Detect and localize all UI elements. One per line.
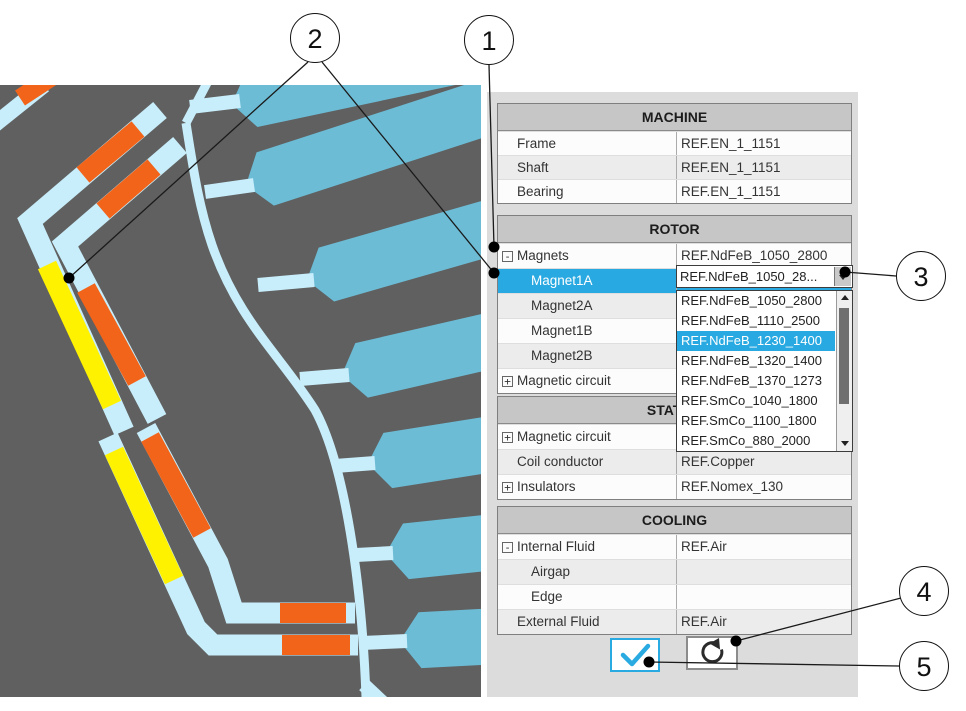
expand-icon[interactable]: + xyxy=(502,482,513,493)
collapse-icon[interactable]: - xyxy=(502,542,513,553)
dropdown-option[interactable]: REF.SmCo_880_2000 xyxy=(677,431,835,451)
row-coil-conductor[interactable]: Coil conductor REF.Copper xyxy=(498,449,851,474)
callout-5: 5 xyxy=(899,641,949,691)
dropdown-option[interactable]: REF.SmCo_1040_1800 xyxy=(677,391,835,411)
callout-1: 1 xyxy=(464,15,514,65)
chevron-down-icon xyxy=(839,275,847,280)
cooling-table: COOLING - Internal Fluid REF.Air Airgap … xyxy=(497,506,852,635)
dropdown-option[interactable]: REF.NdFeB_1370_1273 xyxy=(677,371,835,391)
dropdown-option[interactable]: REF.NdFeB_1110_2500 xyxy=(677,311,835,331)
reset-button[interactable] xyxy=(686,636,738,670)
machine-table: MACHINE Frame REF.EN_1_1151 Shaft REF.EN… xyxy=(497,103,852,204)
rotate-ccw-icon xyxy=(688,638,736,668)
row-airgap[interactable]: Airgap xyxy=(498,559,851,584)
dropdown-option[interactable]: REF.NdFeB_1050_2800 xyxy=(677,291,835,311)
callout-2: 2 xyxy=(290,13,340,63)
material-dropdown-list: REF.NdFeB_1050_2800 REF.NdFeB_1110_2500 … xyxy=(676,290,853,452)
row-shaft[interactable]: Shaft REF.EN_1_1151 xyxy=(498,155,851,179)
confirm-button[interactable] xyxy=(610,638,660,672)
callout-4: 4 xyxy=(899,566,949,616)
rotor-section-title: ROTOR xyxy=(498,216,851,243)
scroll-down-arrow-icon[interactable] xyxy=(837,437,852,451)
dropdown-option-selected[interactable]: REF.NdFeB_1230_1400 xyxy=(677,331,835,351)
row-frame[interactable]: Frame REF.EN_1_1151 xyxy=(498,131,851,155)
row-bearing[interactable]: Bearing REF.EN_1_1151 xyxy=(498,179,851,203)
dropdown-scrollbar[interactable] xyxy=(836,291,852,451)
combobox-dropdown-button[interactable] xyxy=(834,267,851,286)
scroll-up-arrow-icon[interactable] xyxy=(837,291,852,305)
row-external-fluid[interactable]: External Fluid REF.Air xyxy=(498,609,851,634)
row-edge[interactable]: Edge xyxy=(498,584,851,609)
row-insulators[interactable]: + Insulators REF.Nomex_130 xyxy=(498,474,851,499)
callout-3: 3 xyxy=(896,251,946,301)
expand-icon[interactable]: + xyxy=(502,432,513,443)
cooling-section-title: COOLING xyxy=(498,507,851,534)
app-window: MACHINE Frame REF.EN_1_1151 Shaft REF.EN… xyxy=(0,0,966,711)
motor-cross-section-view[interactable] xyxy=(0,85,481,697)
scrollbar-thumb[interactable] xyxy=(839,308,849,404)
machine-section-title: MACHINE xyxy=(498,104,851,131)
expand-icon[interactable]: + xyxy=(502,376,513,387)
collapse-icon[interactable]: - xyxy=(502,251,513,262)
row-internal-fluid[interactable]: - Internal Fluid REF.Air xyxy=(498,534,851,559)
dropdown-option[interactable]: REF.SmCo_1100_1800 xyxy=(677,411,835,431)
checkmark-icon xyxy=(612,640,658,670)
dropdown-option[interactable]: REF.NdFeB_1320_1400 xyxy=(677,351,835,371)
material-combobox[interactable]: REF.NdFeB_1050_28... xyxy=(676,265,853,288)
